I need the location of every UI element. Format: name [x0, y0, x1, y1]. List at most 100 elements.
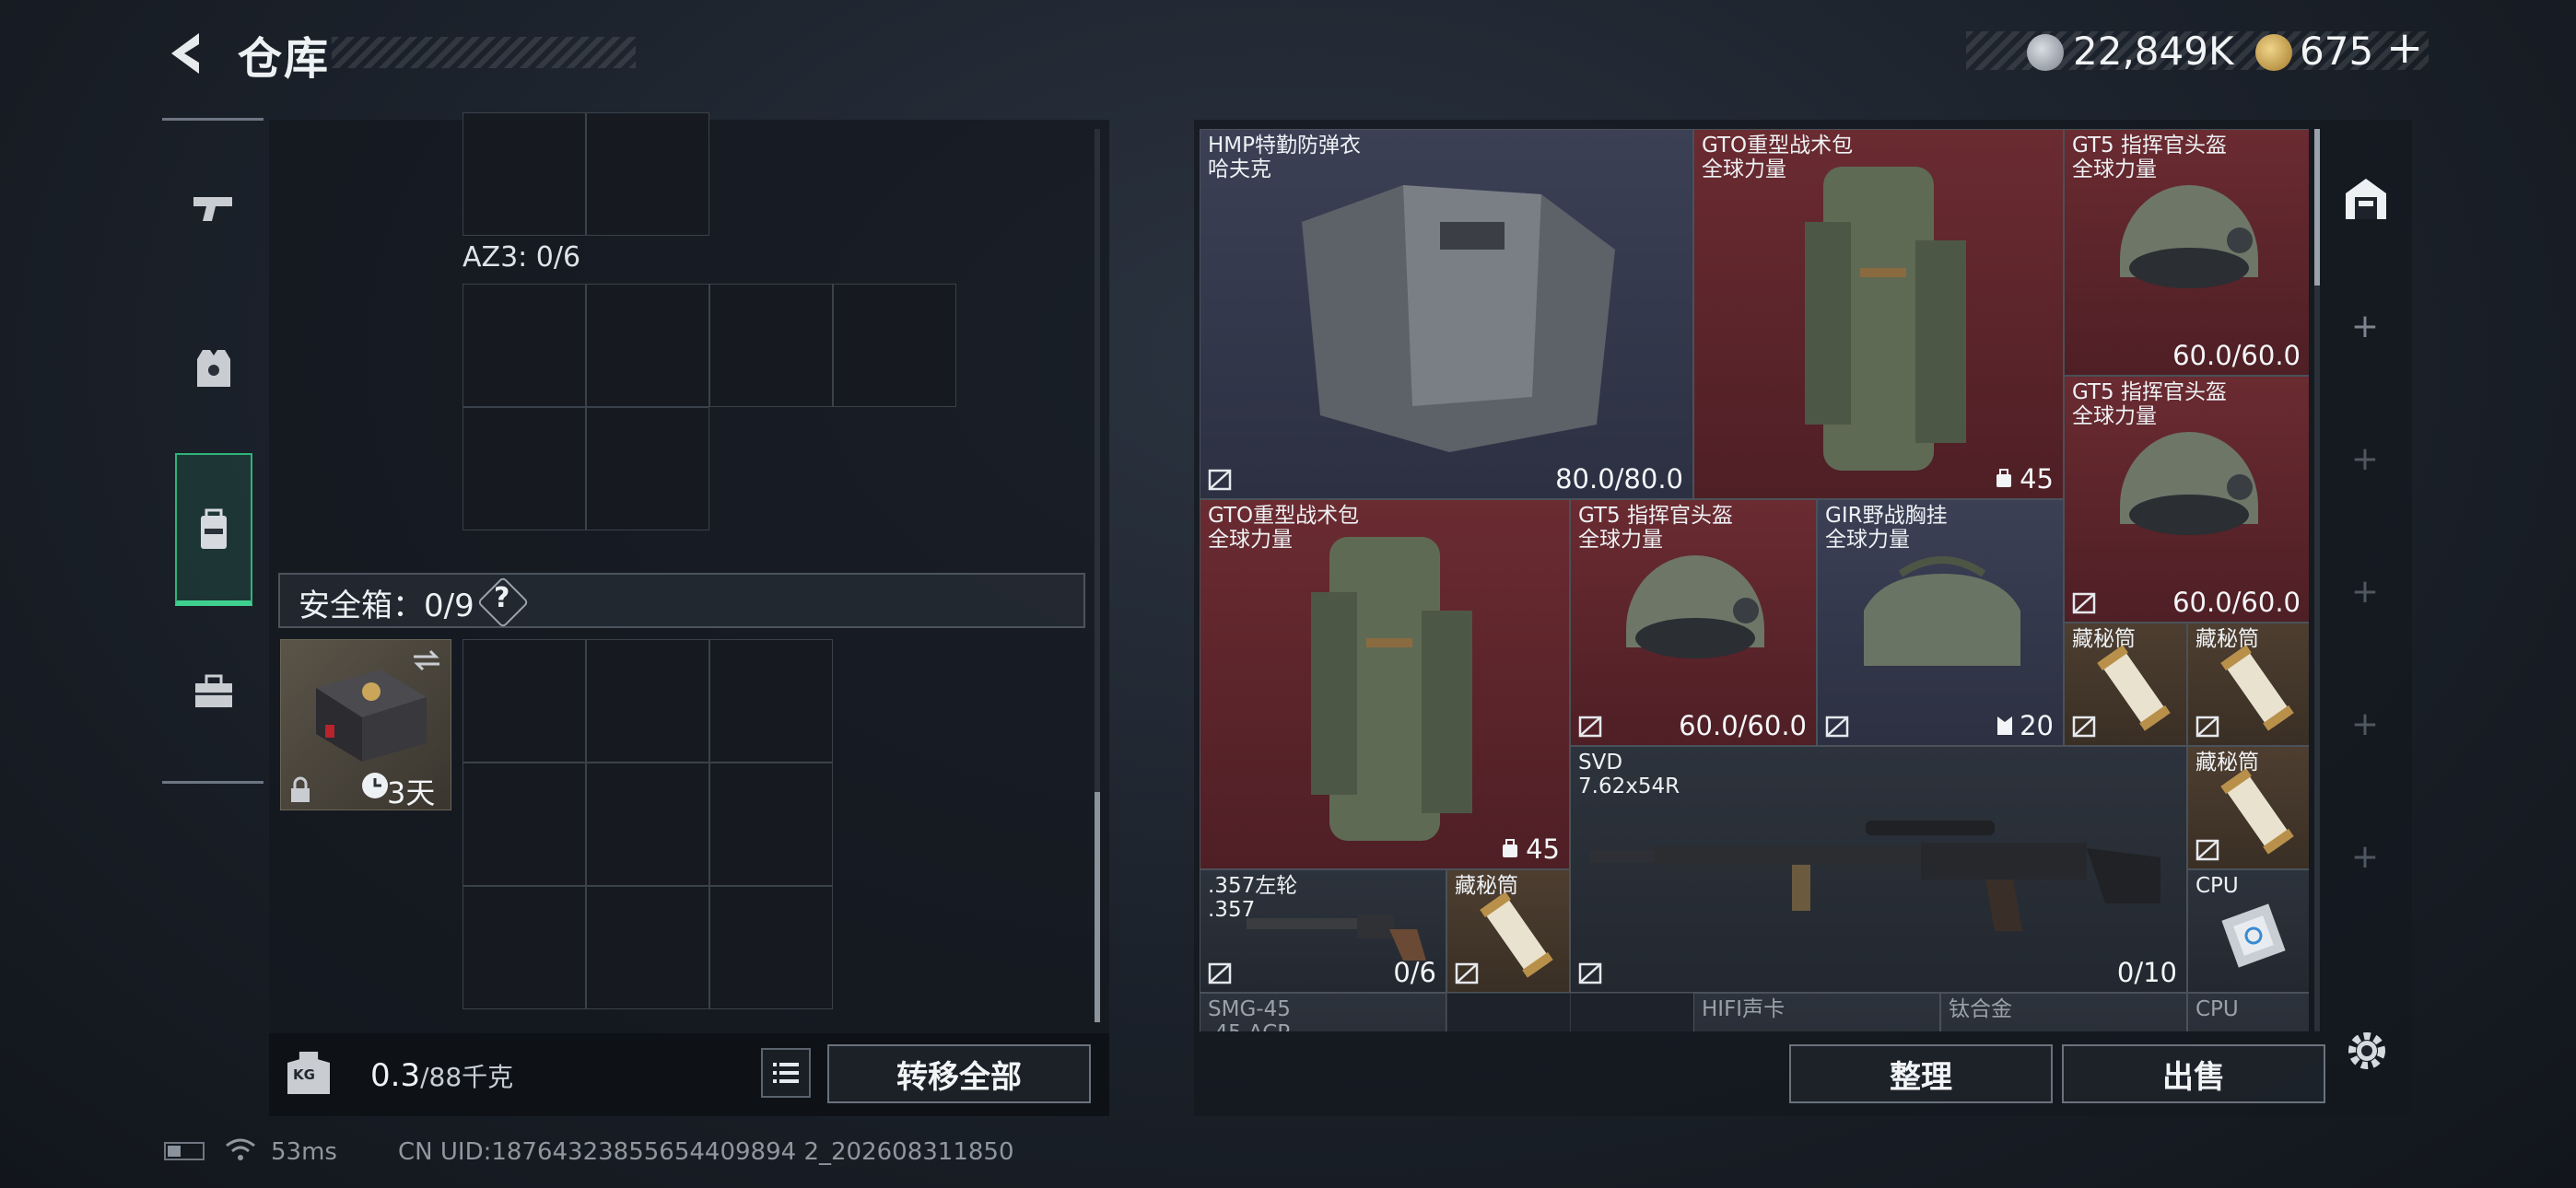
- item-gt5-helmet[interactable]: GT5 指挥官头盔 全球力量 60.0/60.0: [2064, 129, 2309, 376]
- item-name: 藏秘筒: [2195, 751, 2259, 775]
- item-capacity-row: 45: [1500, 833, 1560, 865]
- category-top-divider: [162, 118, 263, 121]
- item-357-revolver[interactable]: .357左轮 .357 0/6: [1200, 869, 1446, 993]
- warehouse-slot-main[interactable]: [2325, 138, 2405, 256]
- grid-cell[interactable]: [463, 112, 586, 236]
- item-cryptex[interactable]: 藏秘筒: [1446, 869, 1570, 993]
- no-insurance-icon: [2072, 716, 2096, 738]
- item-brand: 全球力量: [1702, 157, 1786, 181]
- grid-cell[interactable]: [709, 763, 833, 886]
- item-name: GIR野战胸挂: [1825, 504, 1948, 528]
- item-name-block: GTO重型战术包 全球力量: [1702, 134, 1853, 181]
- grid-cell[interactable]: [709, 886, 833, 1009]
- item-brand: 全球力量: [2072, 404, 2157, 428]
- item-brand: 全球力量: [1208, 528, 1293, 552]
- toolbox-icon: [195, 674, 232, 707]
- item-name: CPU: [2195, 874, 2239, 898]
- item-name: 钛合金: [1949, 997, 2012, 1021]
- grid-cell[interactable]: [463, 284, 586, 407]
- grid-cell[interactable]: [586, 763, 709, 886]
- left-scrollbar-thumb[interactable]: [1095, 792, 1100, 1022]
- item-name: GTO重型战术包: [1702, 134, 1854, 157]
- item-name: SVD: [1578, 751, 1623, 775]
- gear-icon[interactable]: [2342, 1026, 2392, 1076]
- safe-case-duration: 3天: [387, 775, 436, 810]
- add-currency-button[interactable]: +: [2386, 22, 2423, 74]
- category-backpack-tab[interactable]: [175, 453, 252, 606]
- warehouse-slot-locked[interactable]: +: [2325, 794, 2405, 919]
- item-brand: 全球力量: [1578, 528, 1663, 552]
- item-brand: 7.62x54R: [1578, 775, 1680, 798]
- az3-container-label: AZ3: 0/6: [463, 241, 581, 274]
- item-name-block: SVD 7.62x54R: [1578, 751, 1680, 798]
- weight-icon-text: KG: [293, 1066, 315, 1083]
- grid-cell[interactable]: [709, 639, 833, 763]
- safe-case-icon: [316, 670, 427, 762]
- grid-cell[interactable]: [463, 886, 586, 1009]
- warehouse-slot-locked[interactable]: +: [2325, 529, 2405, 654]
- no-insurance-icon: [1578, 962, 1602, 984]
- item-ammo-count: 0/6: [1393, 957, 1436, 988]
- warehouse-slot-add[interactable]: +: [2325, 263, 2405, 389]
- item-cryptex[interactable]: 藏秘筒: [2187, 746, 2309, 869]
- safe-box-help-icon[interactable]: ?: [494, 582, 509, 614]
- item-gto-backpack[interactable]: GTO重型战术包 全球力量 45: [1200, 499, 1570, 869]
- transfer-all-button[interactable]: 转移全部: [827, 1044, 1091, 1103]
- item-titanium-alloy[interactable]: 钛合金: [1940, 993, 2187, 1031]
- swap-icon: [414, 649, 439, 671]
- grid-cell[interactable]: [463, 407, 586, 530]
- item-gto-backpack[interactable]: GTO重型战术包 全球力量 45: [1693, 129, 2064, 499]
- grid-cell[interactable]: [833, 284, 956, 407]
- silver-coin-icon: [2027, 34, 2064, 71]
- sell-button[interactable]: 出售: [2062, 1044, 2325, 1103]
- item-name-block: GT5 指挥官头盔 全球力量: [2072, 134, 2227, 181]
- no-insurance-icon: [1208, 962, 1232, 984]
- tidy-button[interactable]: 整理: [1789, 1044, 2053, 1103]
- back-arrow-icon[interactable]: [162, 28, 214, 79]
- no-insurance-icon: [1455, 962, 1479, 984]
- item-smg-45[interactable]: SMG-45.45 ACP: [1200, 993, 1446, 1031]
- category-bottom-divider: [162, 781, 263, 784]
- grid-cell[interactable]: [586, 112, 709, 236]
- no-insurance-icon: [2072, 592, 2096, 614]
- item-durability: 60.0/60.0: [2172, 587, 2301, 618]
- right-scrollbar-thumb[interactable]: [2314, 129, 2320, 285]
- grid-cell[interactable]: [709, 284, 833, 407]
- item-gir-chest-rig[interactable]: GIR野战胸挂 全球力量 20: [1817, 499, 2064, 746]
- warehouse-slot-locked[interactable]: +: [2325, 396, 2405, 521]
- grid-cell[interactable]: [586, 886, 709, 1009]
- cryptex-icon: [2220, 768, 2294, 855]
- item-durability: 60.0/60.0: [2172, 340, 2301, 371]
- item-hifi-soundcard[interactable]: HIFI声卡: [1693, 993, 1940, 1031]
- helmet-icon: [2120, 185, 2258, 288]
- item-name: GT5 指挥官头盔: [2072, 380, 2227, 404]
- wifi-icon: [226, 1138, 255, 1160]
- grid-cell[interactable]: [463, 639, 586, 763]
- helmet-icon: [2120, 432, 2258, 535]
- no-insurance-icon: [1578, 716, 1602, 738]
- list-view-button[interactable]: [761, 1048, 811, 1098]
- item-cpu[interactable]: CPU: [2187, 993, 2309, 1031]
- item-brand: 全球力量: [2072, 157, 2157, 181]
- grid-cell[interactable]: [586, 284, 709, 407]
- item-cpu[interactable]: CPU: [2187, 869, 2309, 993]
- item-gt5-helmet[interactable]: GT5 指挥官头盔 全球力量 60.0/60.0: [2064, 376, 2309, 623]
- warehouse-slot-locked[interactable]: +: [2325, 661, 2405, 786]
- chest-rig-icon: [1864, 556, 2020, 666]
- item-cryptex[interactable]: 藏秘筒: [2187, 623, 2309, 746]
- grid-cell[interactable]: [586, 639, 709, 763]
- item-capacity-row: 45: [1994, 463, 2054, 495]
- item-svd-rifle[interactable]: SVD 7.62x54R 0/10: [1570, 746, 2187, 993]
- item-gt5-helmet[interactable]: GT5 指挥官头盔 全球力量 60.0/60.0: [1570, 499, 1817, 746]
- category-weapon-tab[interactable]: [175, 169, 252, 247]
- item-name-block: GTO重型战术包 全球力量: [1208, 504, 1359, 552]
- lock-icon: [291, 776, 310, 802]
- grid-cell[interactable]: [463, 763, 586, 886]
- item-durability: 80.0/80.0: [1555, 463, 1683, 495]
- silver-currency-amount: 22,849K: [2073, 29, 2234, 74]
- category-equipment-tab[interactable]: [175, 330, 252, 407]
- item-hmp-vest[interactable]: HMP特勤防弹衣 哈夫克 80.0/80.0: [1200, 129, 1693, 499]
- category-toolbox-tab[interactable]: [175, 654, 252, 731]
- grid-cell[interactable]: [586, 407, 709, 530]
- item-cryptex[interactable]: 藏秘筒: [2064, 623, 2187, 746]
